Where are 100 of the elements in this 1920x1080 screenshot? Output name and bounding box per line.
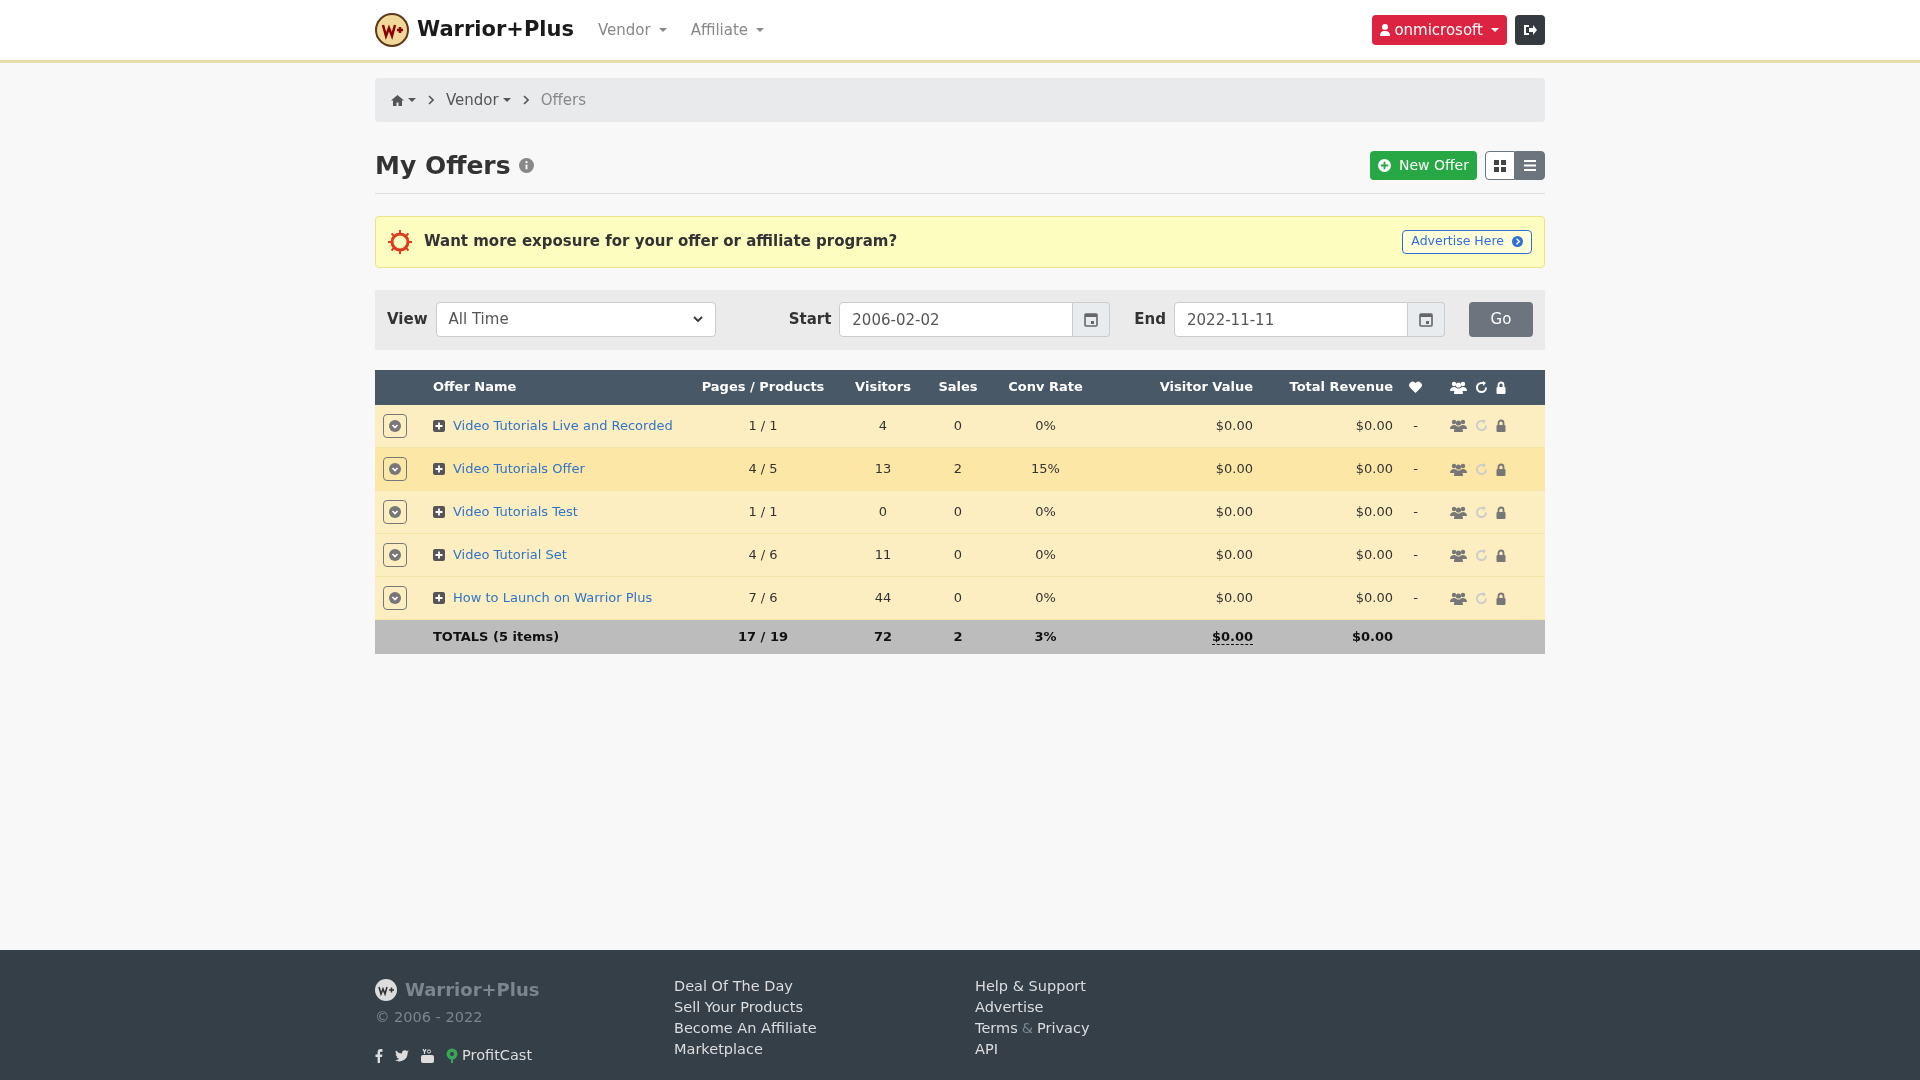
column-header[interactable]: Visitors — [855, 379, 911, 395]
users-icon[interactable] — [1450, 462, 1467, 476]
users-icon[interactable] — [1450, 380, 1467, 394]
table-cell: - — [1413, 504, 1418, 520]
expand-icon[interactable] — [433, 549, 445, 561]
expand-icon[interactable] — [433, 419, 445, 432]
chevron-down-icon — [389, 549, 401, 561]
table-cell: $0.00 — [1355, 418, 1393, 433]
column-header[interactable]: Pages / Products — [701, 379, 825, 395]
info-icon[interactable] — [518, 158, 534, 174]
users-icon[interactable] — [1450, 419, 1467, 433]
expand-icon[interactable] — [433, 592, 445, 604]
footer-link[interactable]: Deal Of The Day — [674, 978, 793, 994]
footer-link[interactable]: Help & Support — [975, 976, 1086, 997]
brand-logo[interactable]: Warrior+Plus — [417, 14, 574, 46]
footer-link[interactable]: Become An Affiliate — [674, 1020, 817, 1036]
view-select[interactable]: All Time — [435, 302, 716, 337]
table-cell: 0 — [953, 590, 963, 606]
heart-icon[interactable] — [1409, 381, 1422, 393]
copyright-text: © 2006 - 2022 — [375, 1008, 484, 1027]
row-menu-button[interactable] — [383, 413, 407, 438]
footer-link[interactable]: Marketplace — [674, 1041, 763, 1057]
arrow-circle-icon — [1512, 236, 1523, 247]
table-cell: $0.00 — [1215, 418, 1253, 433]
table-cell: 0% — [1035, 590, 1056, 606]
row-menu-button[interactable] — [383, 500, 407, 524]
table-cell: $0.00 — [1355, 590, 1393, 606]
lock-icon[interactable] — [1496, 505, 1506, 519]
footer-link[interactable]: Privacy — [1037, 1018, 1090, 1039]
logo-icon — [375, 978, 397, 1001]
separator-text: & — [1021, 1019, 1033, 1038]
start-date-field[interactable]: 2006-02-02 — [839, 302, 1074, 337]
user-menu-button[interactable]: onmicrosoft — [1372, 15, 1507, 45]
offer-link[interactable]: Video Tutorials Live and Recorded — [453, 416, 673, 436]
table-cell: $0.00 — [1351, 629, 1393, 644]
column-header[interactable]: Conv Rate — [1008, 379, 1083, 395]
totals-label: TOTALS (5 items) — [433, 629, 560, 644]
table-cell: 2 — [953, 461, 963, 477]
expand-icon[interactable] — [433, 463, 445, 475]
table-cell: $0.00 — [1355, 504, 1393, 520]
end-date-field[interactable]: 2022-11-11 — [1174, 302, 1408, 337]
calendar-button[interactable] — [1408, 302, 1445, 337]
calendar-button[interactable] — [1073, 302, 1111, 337]
list-view-button[interactable] — [1515, 151, 1545, 181]
user-icon — [1380, 24, 1391, 36]
nav-menu[interactable]: Affiliate — [690, 18, 765, 42]
footer-link[interactable]: Advertise — [975, 997, 1044, 1018]
grid-view-button[interactable] — [1485, 151, 1515, 181]
table-cell: 0% — [1035, 504, 1056, 520]
banner-text: Want more exposure for your offer or affiliate program? — [424, 231, 898, 253]
table-cell: 44 — [874, 590, 892, 606]
twitter-icon[interactable] — [395, 1049, 409, 1062]
column-header[interactable]: Offer Name — [433, 379, 517, 395]
lock-icon[interactable] — [1496, 462, 1506, 476]
footer-link[interactable]: Terms — [975, 1018, 1018, 1039]
lock-icon[interactable] — [1496, 548, 1506, 562]
logout-icon — [1523, 24, 1537, 36]
lock-icon[interactable] — [1496, 591, 1506, 605]
column-header[interactable]: Sales — [938, 379, 978, 395]
offer-link[interactable]: Video Tutorials Offer — [453, 459, 585, 479]
table-cell: $0.00 — [1355, 461, 1393, 477]
users-icon[interactable] — [1450, 505, 1467, 519]
logout-button[interactable] — [1515, 15, 1545, 45]
users-icon[interactable] — [1450, 548, 1467, 562]
youtube-icon[interactable] — [421, 1048, 434, 1063]
grid-icon — [1494, 159, 1506, 172]
row-menu-button[interactable] — [383, 586, 407, 610]
advertise-here-button[interactable]: Advertise Here — [1402, 229, 1532, 254]
expand-icon[interactable] — [433, 506, 445, 518]
offer-link[interactable]: Video Tutorials Test — [453, 502, 578, 522]
home-menu[interactable] — [391, 94, 416, 106]
table-cell: 0 — [953, 418, 963, 433]
profitcast-link[interactable]: ProfitCast — [446, 1044, 533, 1067]
table-cell: $0.00 — [1355, 547, 1393, 563]
home-icon — [391, 94, 404, 106]
page-title: My Offers — [375, 150, 511, 182]
breadcrumb-link[interactable]: Vendor — [446, 88, 511, 112]
chevron-down-icon — [389, 463, 401, 475]
column-header[interactable]: Total Revenue — [1289, 379, 1393, 395]
lock-icon[interactable] — [1496, 380, 1506, 394]
offer-link[interactable]: How to Launch on Warrior Plus — [453, 588, 653, 608]
column-header[interactable]: Visitor Value — [1159, 379, 1253, 395]
row-menu-button[interactable] — [383, 457, 407, 481]
row-menu-button[interactable] — [383, 543, 407, 567]
table-cell: 4 / 6 — [748, 547, 778, 563]
footer-link[interactable]: API — [975, 1039, 998, 1060]
calendar-icon — [1084, 312, 1099, 327]
table-cell: $0.00 — [1215, 504, 1253, 520]
table-cell: 1 / 1 — [748, 504, 778, 520]
table-cell: 4 — [878, 418, 888, 433]
go-button[interactable]: Go — [1469, 302, 1533, 337]
plus-circle-icon — [1377, 159, 1391, 173]
offer-link[interactable]: Video Tutorial Set — [453, 545, 567, 565]
facebook-icon[interactable] — [375, 1048, 383, 1063]
table-cell: - — [1413, 590, 1418, 606]
footer-link[interactable]: Sell Your Products — [674, 999, 803, 1015]
users-icon[interactable] — [1450, 591, 1467, 605]
table-cell: 3% — [1034, 629, 1057, 644]
nav-menu[interactable]: Vendor — [597, 18, 667, 42]
lock-icon[interactable] — [1496, 419, 1506, 433]
